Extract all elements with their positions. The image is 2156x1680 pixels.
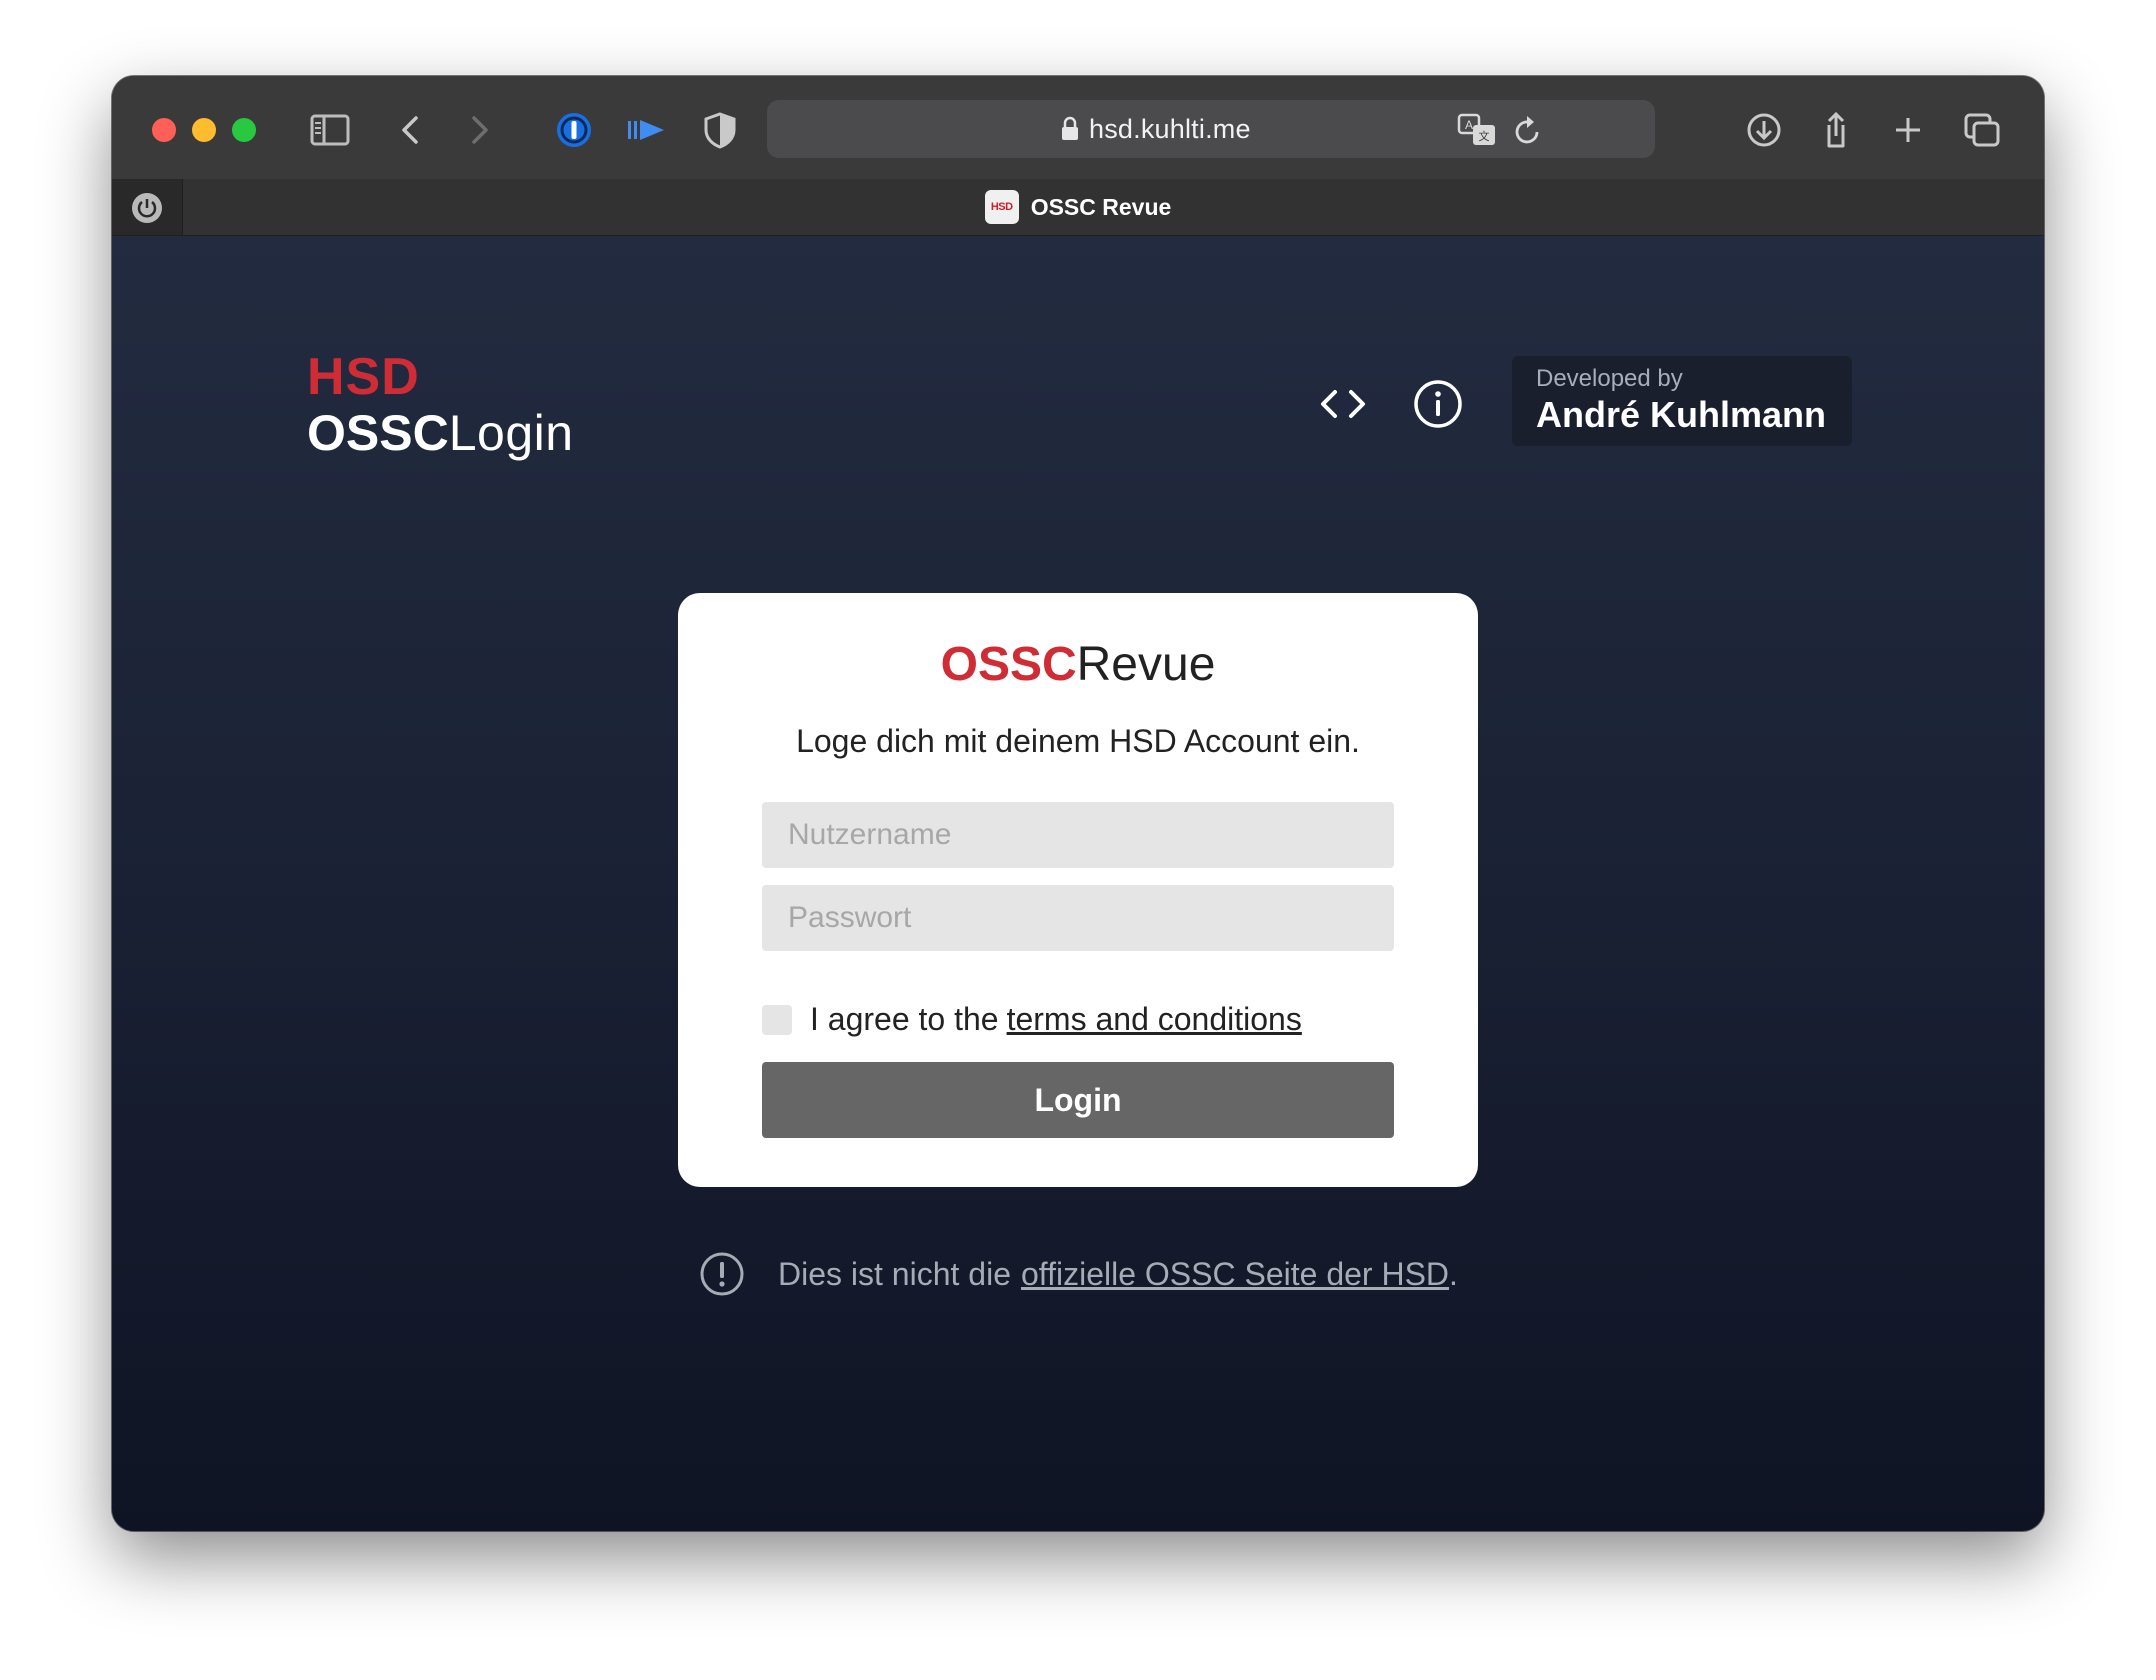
address-bar[interactable]: hsd.kuhlti.me A文 (767, 100, 1655, 158)
alert-icon (698, 1250, 746, 1298)
card-title-revue: Revue (1076, 638, 1216, 691)
password-manager-icon[interactable] (552, 110, 596, 150)
info-icon[interactable] (1410, 376, 1466, 432)
brand-login: Login (448, 405, 574, 461)
developer-card[interactable]: Developed by André Kuhlmann (1512, 356, 1852, 446)
url-text: hsd.kuhlti.me (1089, 114, 1251, 144)
card-subtitle: Loge dich mit deinem HSD Account ein. (796, 723, 1360, 759)
tabs-overview-icon[interactable] (1960, 110, 2004, 150)
close-window-button[interactable] (152, 118, 176, 142)
notice-text: Dies ist nicht die (778, 1255, 1011, 1292)
password-input[interactable] (762, 885, 1394, 951)
tab-title: OSSC Revue (1030, 193, 1172, 220)
agree-checkbox[interactable] (762, 1004, 792, 1035)
agree-text: I agree to the (810, 1001, 999, 1037)
maximize-window-button[interactable] (232, 118, 256, 142)
notice-end: . (1449, 1255, 1458, 1292)
active-tab[interactable]: HSD OSSC Revue (112, 179, 2044, 235)
unofficial-notice: Dies ist nicht die offizielle OSSC Seite… (698, 1250, 1458, 1298)
lock-icon (1062, 116, 1078, 140)
username-input[interactable] (762, 802, 1394, 868)
playback-icon[interactable] (624, 110, 668, 150)
login-button[interactable]: Login (762, 1062, 1394, 1138)
svg-text:A: A (1465, 118, 1473, 132)
brand-title: OSSCLogin (307, 405, 574, 461)
developer-name: André Kuhlmann (1536, 394, 1827, 435)
browser-window: hsd.kuhlti.me A文 HSD OSSC Revue HSD OSSC… (112, 76, 2044, 1531)
terms-link[interactable]: terms and conditions (1007, 1001, 1302, 1038)
browser-toolbar: hsd.kuhlti.me A文 (112, 76, 2044, 180)
favicon: HSD (984, 190, 1019, 224)
card-title: OSSCRevue (678, 637, 1478, 693)
svg-text:文: 文 (1479, 129, 1490, 143)
page-content: HSD OSSCLogin Developed by André Kuhlman… (112, 236, 2044, 1531)
login-card: OSSCRevue Loge dich mit deinem HSD Accou… (678, 593, 1478, 1187)
translate-icon[interactable]: A文 (1456, 112, 1498, 148)
card-title-ossc: OSSC (940, 638, 1077, 691)
sidebar-icon[interactable] (308, 110, 352, 150)
forward-icon[interactable] (458, 110, 502, 150)
back-icon[interactable] (388, 110, 432, 150)
new-tab-icon[interactable] (1886, 110, 1930, 150)
agree-row: I agree to the terms and conditions (762, 1001, 1302, 1038)
minimize-window-button[interactable] (192, 118, 216, 142)
brand-hsd: HSD (307, 348, 420, 406)
brand-logo[interactable]: HSD OSSCLogin (307, 351, 574, 461)
brand-ossc: OSSC (307, 405, 449, 461)
developed-by-label: Developed by (1536, 365, 1683, 392)
shield-icon[interactable] (698, 110, 742, 150)
share-icon[interactable] (1814, 110, 1858, 150)
download-icon[interactable] (1742, 110, 1786, 150)
tab-bar: HSD OSSC Revue (112, 179, 2044, 237)
official-site-link[interactable]: offizielle OSSC Seite der HSD (1021, 1256, 1449, 1293)
reload-icon[interactable] (1513, 114, 1543, 146)
code-icon[interactable] (1315, 376, 1371, 432)
